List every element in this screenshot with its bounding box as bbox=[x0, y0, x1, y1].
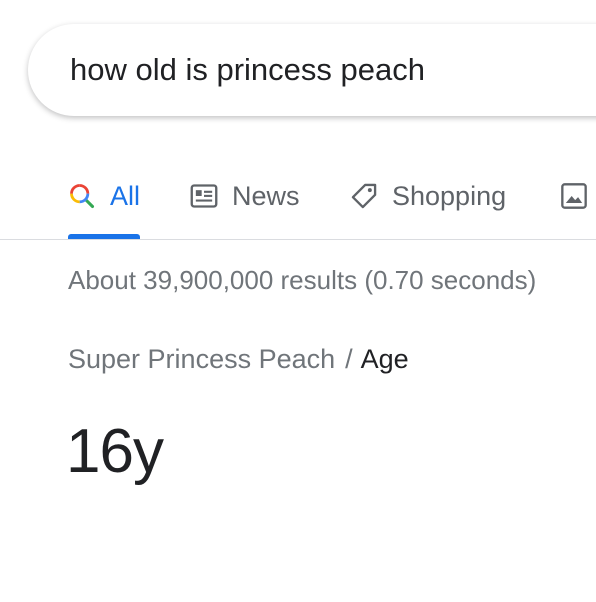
search-results-page: how old is princess peach All News Shopp… bbox=[0, 0, 596, 602]
search-tabs: All News Shopping bbox=[0, 164, 596, 240]
answer-value: 16y bbox=[66, 417, 164, 486]
tag-icon bbox=[350, 182, 378, 210]
news-icon bbox=[190, 183, 218, 209]
search-icon bbox=[68, 182, 96, 210]
breadcrumb-current: Age bbox=[360, 344, 409, 374]
tab-all-label: All bbox=[110, 180, 141, 211]
tab-all[interactable]: All bbox=[68, 176, 140, 216]
breadcrumb: Super Princess Peach / Age bbox=[68, 344, 409, 375]
tab-images[interactable] bbox=[560, 176, 596, 216]
tabs-divider bbox=[0, 239, 596, 240]
result-stats: About 39,900,000 results (0.70 seconds) bbox=[68, 265, 537, 295]
tab-shopping[interactable]: Shopping bbox=[350, 176, 506, 216]
image-icon bbox=[560, 182, 588, 210]
search-box[interactable]: how old is princess peach bbox=[28, 24, 596, 116]
breadcrumb-separator: / bbox=[345, 344, 353, 374]
search-input[interactable]: how old is princess peach bbox=[70, 52, 425, 88]
tab-news[interactable]: News bbox=[190, 176, 300, 216]
breadcrumb-parent[interactable]: Super Princess Peach bbox=[68, 344, 335, 374]
tab-news-label: News bbox=[232, 180, 300, 211]
tab-shopping-label: Shopping bbox=[392, 180, 507, 211]
